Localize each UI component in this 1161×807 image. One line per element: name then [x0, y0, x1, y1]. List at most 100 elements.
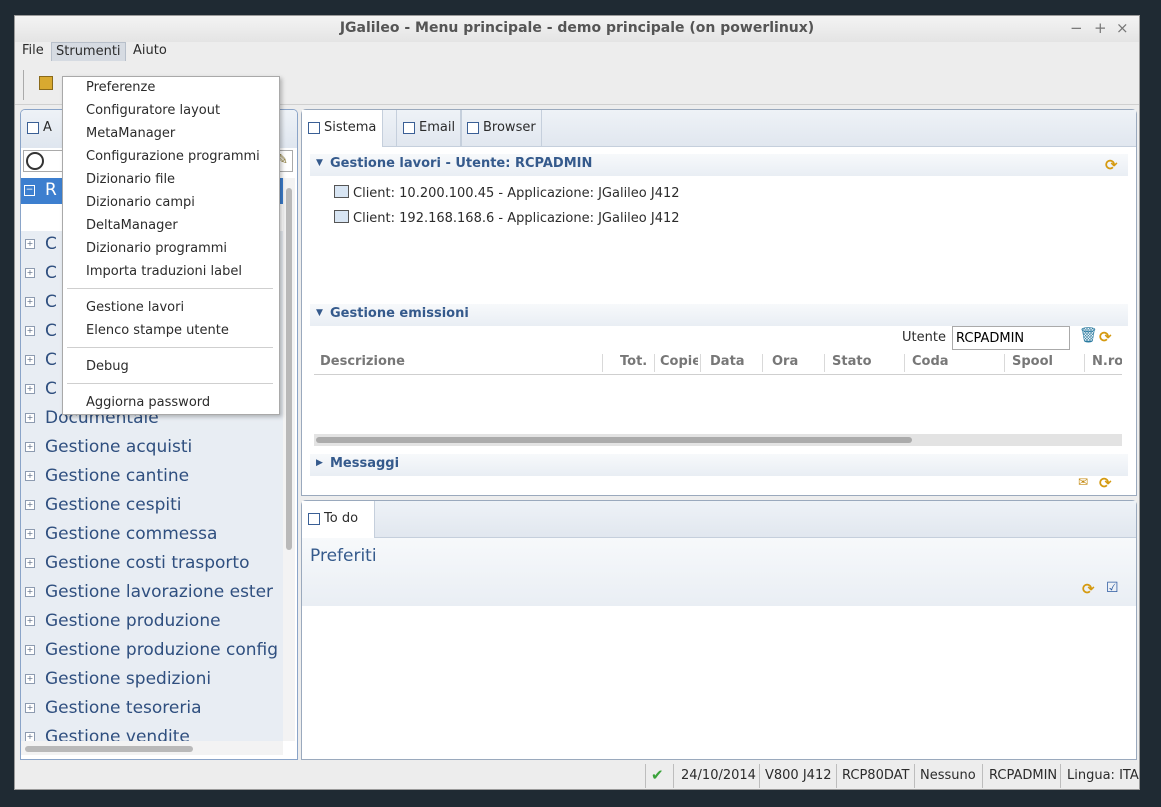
column-separator	[824, 354, 825, 372]
expand-icon[interactable]: +	[25, 355, 35, 365]
expand-icon[interactable]: +	[25, 587, 35, 597]
menu-strumenti[interactable]: Strumenti	[51, 42, 126, 61]
menu-item-preferenze[interactable]: Preferenze	[86, 80, 155, 95]
menu-item-debug[interactable]: Debug	[86, 359, 129, 374]
column-header[interactable]: Copie	[660, 354, 698, 369]
status-language: Lingua: ITA	[1067, 768, 1139, 783]
status-separator	[914, 764, 915, 788]
tree-item-gestione-commessa[interactable]: + Gestione commessa	[21, 521, 283, 550]
expand-icon[interactable]: +	[25, 616, 35, 626]
tree-item-gestione-produzione-config[interactable]: + Gestione produzione config	[21, 637, 283, 666]
expand-icon[interactable]: +	[25, 471, 35, 481]
tree-item-gestione-lavorazione-esterna[interactable]: + Gestione lavorazione ester	[21, 579, 283, 608]
expand-icon[interactable]: +	[25, 674, 35, 684]
tree-vertical-scrollbar[interactable]	[283, 178, 295, 741]
menu-item-configuratore-layout[interactable]: Configuratore layout	[86, 103, 220, 118]
preferiti-section: Preferiti ⟳ ☑	[302, 538, 1136, 606]
section-gestione-emissioni[interactable]: ▼ Gestione emissioni	[310, 304, 1128, 326]
menu-item-configurazione-programmi[interactable]: Configurazione programmi	[86, 149, 260, 164]
home-icon[interactable]	[39, 76, 53, 90]
expand-icon[interactable]: +	[25, 703, 35, 713]
status-separator	[1060, 764, 1061, 788]
tree-item-gestione-costi-trasporto[interactable]: + Gestione costi trasporto	[21, 550, 283, 579]
emissioni-horizontal-scrollbar[interactable]	[314, 434, 1122, 446]
expand-icon[interactable]: +	[25, 500, 35, 510]
expand-icon[interactable]: +	[25, 326, 35, 336]
tree-item-gestione-tesoreria[interactable]: + Gestione tesoreria	[21, 695, 283, 724]
scroll-thumb[interactable]	[316, 437, 912, 443]
tab-todo[interactable]: To do	[302, 501, 375, 538]
column-header[interactable]: Descrizione	[320, 354, 600, 369]
menu-item-metamanager[interactable]: MetaManager	[86, 126, 175, 141]
strumenti-menu-dropdown: Preferenze Configuratore layout MetaMana…	[62, 76, 280, 415]
column-header[interactable]: Ora	[772, 354, 822, 369]
utente-input[interactable]	[952, 326, 1070, 350]
menu-separator	[67, 383, 273, 384]
refresh-icon[interactable]: ⟳	[1099, 474, 1112, 492]
expand-icon[interactable]: +	[25, 645, 35, 655]
column-header[interactable]: Data	[710, 354, 760, 369]
refresh-icon[interactable]: ⟳	[1105, 156, 1118, 174]
collapse-icon[interactable]: −	[24, 185, 35, 196]
close-button[interactable]: ×	[1116, 19, 1129, 37]
menu-item-deltamanager[interactable]: DeltaManager	[86, 218, 178, 233]
section-gestione-lavori[interactable]: ▼ Gestione lavori - Utente: RCPADMIN ⟳	[310, 154, 1128, 176]
menu-item-dizionario-file[interactable]: Dizionario file	[86, 172, 175, 187]
expand-icon[interactable]: +	[25, 384, 35, 394]
expand-icon[interactable]: +	[25, 558, 35, 568]
tab-sistema[interactable]: Sistema	[302, 110, 383, 147]
menu-item-dizionario-programmi[interactable]: Dizionario programmi	[86, 241, 227, 256]
expand-icon[interactable]: +	[25, 442, 35, 452]
minimize-button[interactable]: −	[1070, 19, 1083, 37]
menu-item-elenco-stampe-utente[interactable]: Elenco stampe utente	[86, 323, 229, 338]
toolbar-separator	[23, 70, 24, 100]
column-header[interactable]: Stato	[832, 354, 902, 369]
edit-list-icon[interactable]: ☑	[1106, 580, 1119, 596]
expand-icon[interactable]: +	[25, 297, 35, 307]
maximize-button[interactable]: +	[1094, 19, 1107, 37]
status-separator	[645, 764, 646, 788]
menu-item-aggiorna-password[interactable]: Aggiorna password	[86, 395, 210, 410]
tree-item-gestione-spedizioni[interactable]: + Gestione spedizioni	[21, 666, 283, 695]
system-panel: Sistema Email Browser ▼ Gestione lavori …	[301, 109, 1137, 496]
menu-item-dizionario-campi[interactable]: Dizionario campi	[86, 195, 195, 210]
tree-item-gestione-cantine[interactable]: + Gestione cantine	[21, 463, 283, 492]
refresh-icon[interactable]: ⟳	[1099, 328, 1112, 346]
tab-email[interactable]: Email	[396, 110, 462, 146]
column-separator	[654, 354, 655, 372]
expand-icon[interactable]: +	[25, 268, 35, 278]
expand-icon[interactable]: +	[25, 239, 35, 249]
window-icon	[403, 122, 415, 134]
tree-item-gestione-acquisti[interactable]: + Gestione acquisti	[21, 434, 283, 463]
tree-horizontal-scrollbar[interactable]	[21, 741, 283, 755]
tree-item-gestione-cespiti[interactable]: + Gestione cespiti	[21, 492, 283, 521]
expand-arrow-icon[interactable]: ▶	[316, 458, 323, 468]
tab-browser[interactable]: Browser	[460, 110, 542, 146]
menu-aiuto[interactable]: Aiuto	[129, 42, 171, 60]
trash-icon[interactable]: 🗑	[1079, 326, 1098, 344]
scroll-thumb[interactable]	[25, 746, 193, 752]
status-bar: ✔ 24/10/2014 V800 J412 RCP80DAT Nessuno …	[15, 762, 1139, 790]
menu-item-gestione-lavori[interactable]: Gestione lavori	[86, 300, 184, 315]
client-row[interactable]: Client: 192.168.168.6 - Applicazione: JG…	[334, 210, 680, 226]
column-header[interactable]: Tot.	[620, 354, 650, 369]
scroll-thumb[interactable]	[286, 188, 292, 550]
tree-item-gestione-produzione[interactable]: + Gestione produzione	[21, 608, 283, 637]
expand-icon[interactable]: +	[25, 529, 35, 539]
menu-separator	[67, 347, 273, 348]
column-header[interactable]: Spool	[1012, 354, 1082, 369]
client-row[interactable]: Client: 10.200.100.45 - Applicazione: JG…	[334, 185, 680, 201]
menu-item-importa-traduzioni-label[interactable]: Importa traduzioni label	[86, 264, 242, 279]
expand-icon[interactable]: +	[25, 413, 35, 423]
status-user: RCPADMIN	[989, 768, 1058, 783]
refresh-icon[interactable]: ⟳	[1082, 580, 1095, 598]
collapse-arrow-icon[interactable]: ▼	[316, 308, 323, 318]
status-separator	[836, 764, 837, 788]
menu-file[interactable]: File	[18, 42, 48, 60]
column-header[interactable]: N.ro	[1092, 354, 1122, 369]
nav-tab-label[interactable]: A	[43, 120, 52, 135]
column-header[interactable]: Coda	[912, 354, 1002, 369]
mail-icon[interactable]: ✉	[1078, 475, 1088, 489]
collapse-arrow-icon[interactable]: ▼	[316, 158, 323, 168]
section-messaggi[interactable]: ▶ Messaggi	[310, 454, 1128, 476]
